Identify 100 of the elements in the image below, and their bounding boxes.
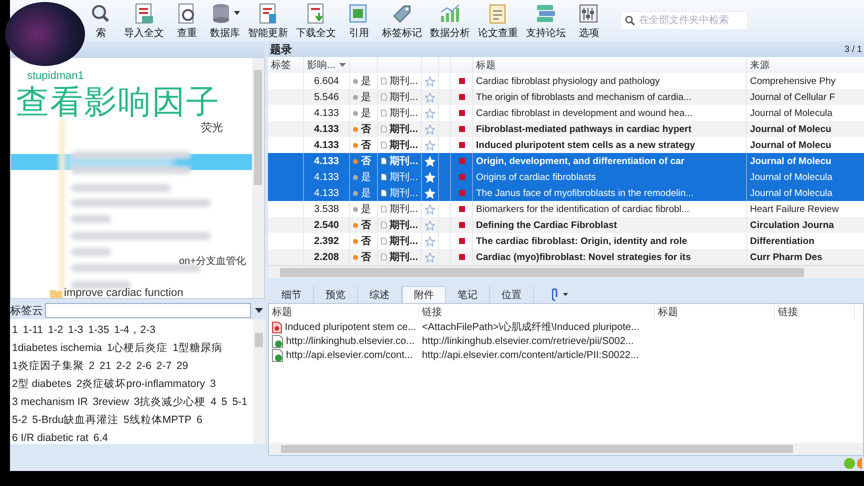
- column-header[interactable]: 链接: [775, 304, 855, 320]
- attachment-row[interactable]: http://api.elsevier.com/cont... http://api.elsevier.com/content/article/PII:S0022...: [269, 348, 863, 362]
- toolbar-button[interactable]: 导入全文: [124, 2, 164, 40]
- tag-link[interactable]: 1型糖尿病: [172, 339, 222, 357]
- tag-link[interactable]: 1diabetes ischemia: [12, 339, 102, 357]
- tag-link[interactable]: 5-Brdu缺血再灌注: [32, 411, 119, 429]
- scrollbar[interactable]: [268, 265, 864, 278]
- folder-label[interactable]: on+分支血管化: [179, 254, 246, 268]
- attachment-link: <AttachFilePath>\心肌成纤维\Induced pluripote...: [422, 320, 640, 334]
- toolbar-button[interactable]: 支持论坛: [526, 2, 566, 40]
- tag-link[interactable]: 3: [210, 375, 216, 393]
- reference-type: 期刊...: [390, 122, 418, 136]
- toolbar-button[interactable]: 索: [86, 2, 116, 40]
- tag-link[interactable]: 2-7: [156, 357, 172, 375]
- tag-link[interactable]: 1-35: [88, 321, 110, 339]
- tab[interactable]: 附件: [402, 286, 446, 303]
- username-overlay: stupidman1: [27, 70, 84, 82]
- flag-icon: [458, 238, 464, 244]
- scrollbar[interactable]: [269, 443, 863, 455]
- blurred-folder-label: [71, 215, 111, 223]
- tag-link[interactable]: 3review: [92, 393, 129, 411]
- tag-link[interactable]: 5-2: [12, 411, 28, 429]
- impact-factor: 2.208: [314, 252, 339, 262]
- impact-factor: 6.604: [314, 76, 339, 86]
- tag-link[interactable]: 3抗炎减少心梗: [134, 393, 206, 411]
- star-icon: [425, 140, 435, 150]
- attachment-menu-button[interactable]: [552, 286, 568, 303]
- column-header[interactable]: 标题: [655, 304, 775, 320]
- tag-link[interactable]: 21: [100, 357, 112, 375]
- tag-link[interactable]: 2型 diabetes: [12, 375, 72, 393]
- tag-link[interactable]: 1-4，2-3: [114, 321, 156, 339]
- tag-link[interactable]: 2-6: [136, 357, 152, 375]
- tag-link[interactable]: 5线粒体MPTP: [124, 411, 192, 429]
- table-row[interactable]: 2.208 否 期刊... Cardiac (myo)fibroblast: Novel strategies for its Curr Pharm Des: [268, 249, 864, 265]
- column-header[interactable]: 来源: [747, 57, 862, 73]
- toolbar-button[interactable]: 智能更新: [248, 2, 288, 40]
- read-status-dot: [353, 254, 358, 260]
- table-row[interactable]: 4.133 是 期刊... Origins of cardiac fibroblasts Journal of Molecula: [268, 169, 864, 185]
- tag-link[interactable]: 6.4: [93, 429, 108, 444]
- table-row[interactable]: 4.133 否 期刊... Origin, development, and differentiation of car Journal of Molecu: [268, 153, 864, 169]
- tag-link[interactable]: 1-11: [22, 321, 44, 339]
- reference-source: Curr Pharm Des: [750, 252, 822, 262]
- document-icon: [381, 171, 387, 183]
- tag-link[interactable]: 1炎症因子集聚: [12, 357, 84, 375]
- star-icon: [425, 124, 435, 134]
- flag-icon: [458, 142, 464, 148]
- reference-source: Journal of Molecula: [750, 108, 832, 118]
- table-row[interactable]: 5.546 是 期刊... The origin of fibroblasts and mechanism of cardia... Journal of Cellular F: [268, 89, 864, 105]
- tag-link[interactable]: 2: [88, 357, 95, 375]
- tag-link[interactable]: 29: [176, 357, 188, 375]
- column-header[interactable]: 标题: [269, 304, 419, 320]
- tag-link[interactable]: 2-2: [116, 357, 132, 375]
- toolbar-button[interactable]: 数据分析: [430, 2, 470, 40]
- tag-link[interactable]: 1-2: [48, 321, 64, 339]
- reference-source: Journal of Molecu: [750, 124, 832, 134]
- impact-factor: 4.133: [314, 188, 339, 198]
- read-status-dot: [353, 238, 358, 244]
- tag-link[interactable]: 6: [196, 411, 202, 429]
- tag-link[interactable]: 1心梗后炎症: [106, 339, 168, 357]
- tag-link[interactable]: 4: [210, 393, 216, 411]
- document-icon: [381, 139, 387, 151]
- dropdown-caret-icon[interactable]: [255, 308, 263, 312]
- toolbar-button[interactable]: 查重: [172, 2, 202, 40]
- star-icon: [425, 252, 435, 262]
- table-row[interactable]: 4.133 是 期刊... The Janus face of myofibroblasts in the remodelin... Journal of Molecula: [268, 185, 864, 201]
- tag-search-field[interactable]: [45, 302, 251, 318]
- toolbar-button[interactable]: 引用: [344, 2, 374, 40]
- scrollbar[interactable]: [253, 319, 265, 444]
- tag-cloud-label: 标签云: [10, 304, 43, 318]
- document-icon: [133, 2, 155, 24]
- flag-icon: [458, 254, 464, 260]
- toolbar-button[interactable]: 下载全文: [296, 2, 336, 40]
- impact-factor: 4.133: [314, 172, 339, 182]
- toolbar-button[interactable]: 选项: [574, 2, 604, 40]
- tag-link[interactable]: 3 mechanism IR: [12, 393, 88, 411]
- scrollbar[interactable]: [252, 58, 264, 298]
- tag-link[interactable]: 6 I/R diabetic rat: [12, 429, 88, 444]
- toolbar-button[interactable]: 标签标记: [382, 2, 422, 40]
- attachment-title: http://linkinghub.elsevier.co...: [286, 336, 414, 346]
- table-row[interactable]: 4.133 否 期刊... Fibroblast-mediated pathways in cardiac hypert Journal of Molecu: [268, 121, 864, 137]
- search-icon: [625, 15, 635, 26]
- search-icon: [90, 2, 112, 24]
- tag-link[interactable]: 5-1: [232, 393, 248, 411]
- flag-icon: [458, 222, 464, 228]
- reference-source: Comprehensive Phy: [750, 76, 836, 86]
- read-status: 是: [361, 91, 371, 104]
- folder-label[interactable]: 荧光: [201, 120, 223, 135]
- attachment-row[interactable]: Induced pluripotent stem ce... <AttachFilePath>\心肌成纤维\Induced pluripote...: [269, 320, 863, 334]
- document-icon: [381, 123, 387, 135]
- attachment-row[interactable]: http://linkinghub.elsevier.co... http://linkinghub.elsevier.com/retrieve/pii/S002...: [269, 334, 863, 348]
- tag-link[interactable]: 1: [12, 321, 18, 339]
- toolbar-button[interactable]: 论文查重: [478, 2, 518, 40]
- tag-link[interactable]: 1-3: [68, 321, 84, 339]
- tag-link[interactable]: 5: [221, 393, 228, 411]
- reference-type: 期刊...: [390, 106, 418, 120]
- table-row[interactable]: 2.540 否 期刊... Defining the Cardiac Fibroblast Circulation Journa: [268, 217, 864, 233]
- column-header[interactable]: 链接: [419, 304, 655, 320]
- tag-link[interactable]: 2炎症破坏pro-inflammatory: [76, 375, 206, 393]
- folder-label[interactable]: improve cardiac function: [64, 287, 184, 298]
- toolbar-button[interactable]: 数据库: [210, 2, 240, 40]
